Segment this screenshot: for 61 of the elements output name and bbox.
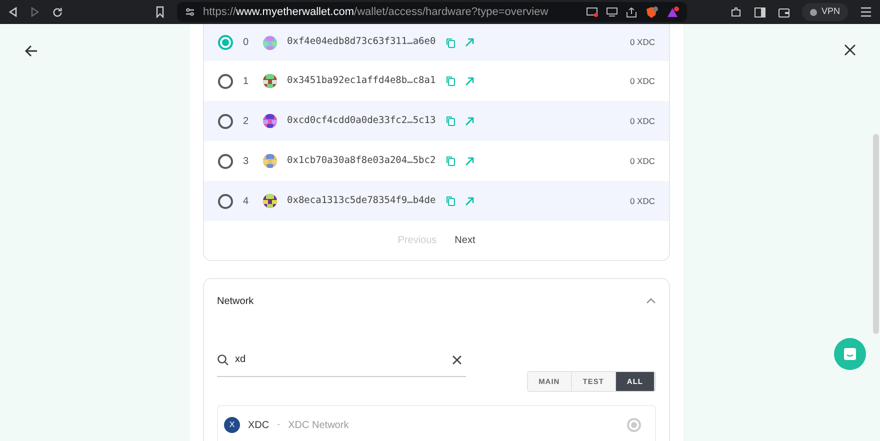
account-balance: 0 XDC [630,114,655,128]
account-address: 0x8eca1313c5de78354f9…b4de [287,194,436,208]
identicon-icon [263,36,277,50]
radio-button[interactable] [218,114,233,128]
forward-icon[interactable] [30,7,40,17]
back-arrow-icon[interactable] [24,44,38,58]
shield-icon[interactable] [645,6,658,18]
search-value: xd [235,353,246,367]
account-index: 0 [243,36,250,50]
account-address: 0x1cb70a30a8f8e03a204…5bc2 [287,154,436,168]
radio-button[interactable] [218,154,233,168]
clear-icon[interactable] [452,354,462,364]
account-index: 4 [243,194,250,208]
reload-icon[interactable] [52,6,63,18]
account-balance: 0 XDC [630,194,655,208]
account-address: 0xcd0cf4cdd0a0de33fc2…5c13 [287,114,436,128]
identicon-icon [263,194,277,208]
site-settings-icon[interactable] [185,7,195,17]
account-balance: 0 XDC [630,154,655,168]
menu-icon[interactable] [860,7,872,17]
account-row[interactable]: 4 0x8eca1313c5de78354f9…b4de 0 XDC [204,181,669,221]
close-icon[interactable] [844,44,856,56]
account-index: 1 [243,74,250,88]
identicon-icon [263,74,277,88]
account-address: 0x3451ba92ec1affd4e8b…c8a1 [287,74,436,88]
radio-button[interactable] [218,74,233,88]
network-item[interactable]: X XDC - XDC Network [217,405,656,441]
bookmark-icon[interactable] [155,6,165,18]
scrollbar-thumb[interactable] [873,134,879,334]
radio-button[interactable] [218,194,233,208]
account-address: 0xf4e04edb8d73c63f311…a6e0 [287,35,436,50]
chat-icon [843,347,857,361]
search-icon [217,354,229,366]
screen-icon[interactable] [606,7,618,17]
account-balance: 0 XDC [630,74,655,88]
rewards-icon[interactable] [666,6,679,18]
account-row[interactable]: 0 0xf4e04edb8d73c63f311…a6e0 0 XDC [204,24,669,61]
cast-icon[interactable] [586,7,598,17]
vpn-button[interactable]: VPN [802,3,848,21]
address-bar[interactable]: https://www.myetherwallet.com/wallet/access/hardware?type=overview [177,2,687,22]
account-balance: 0 XDC [630,36,655,49]
network-title: Network [217,294,254,308]
wallet-icon[interactable] [778,6,790,18]
url-text: https://www.myetherwallet.com/wallet/access/hardware?type=overview [203,4,548,20]
identicon-icon [263,114,277,128]
sidebar-icon[interactable] [754,6,766,18]
account-index: 2 [243,114,250,128]
radio-button[interactable] [218,35,233,50]
collapse-chevron-icon[interactable] [646,298,656,304]
back-icon[interactable] [8,7,18,17]
extensions-icon[interactable] [730,6,742,18]
account-index: 3 [243,154,250,168]
share-icon[interactable] [626,6,637,18]
next-button[interactable]: Next [454,233,476,248]
account-row[interactable]: 2 0xcd0cf4cdd0a0de33fc2…5c13 0 XDC [204,101,669,141]
network-logo: X [224,417,240,433]
network-symbol: XDC [248,418,270,432]
identicon-icon [263,154,277,168]
separator-text: - [277,418,280,432]
search-field[interactable]: xd [217,343,466,377]
network-name: XDC Network [288,418,349,432]
